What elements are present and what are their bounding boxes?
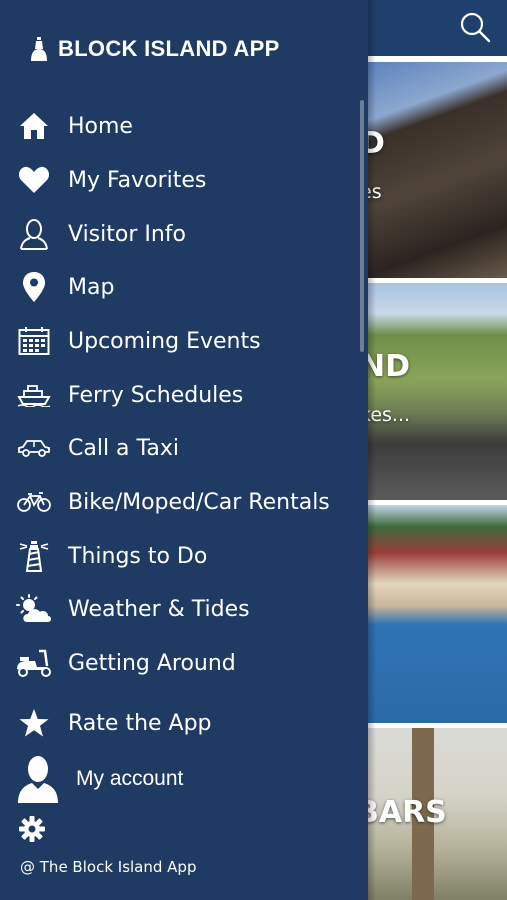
menu-item-label: Call a Taxi xyxy=(68,435,179,461)
menu-item-rate-app[interactable]: Rate the App xyxy=(14,701,354,745)
menu-item-upcoming-events[interactable]: Upcoming Events xyxy=(14,319,354,363)
sun-cloud-icon xyxy=(14,591,54,627)
feature-card-1[interactable] xyxy=(368,62,507,278)
menu-item-weather-tides[interactable]: Weather & Tides xyxy=(14,587,354,631)
menu-item-map[interactable]: Map xyxy=(14,265,354,309)
lighthouse-logo-icon xyxy=(31,37,47,61)
calendar-icon xyxy=(14,323,54,359)
star-icon xyxy=(14,705,54,741)
menu-item-label: My Favorites xyxy=(68,167,207,193)
person-icon xyxy=(14,754,62,804)
menu-item-label: Upcoming Events xyxy=(68,328,261,354)
person-outline-icon xyxy=(14,216,54,252)
menu-item-home[interactable]: Home xyxy=(14,104,354,148)
scooter-icon xyxy=(14,645,54,681)
menu-item-label: Home xyxy=(68,113,133,139)
menu-item-label: Things to Do xyxy=(68,543,208,569)
menu-item-my-account[interactable]: My account xyxy=(14,752,354,806)
menu-item-label: Map xyxy=(68,274,115,300)
menu-item-label: Visitor Info xyxy=(68,221,187,247)
menu-item-label: Rate the App xyxy=(68,710,212,736)
menu-item-call-taxi[interactable]: Call a Taxi xyxy=(14,426,354,470)
menu-item-label: Bike/Moped/Car Rentals xyxy=(68,489,330,515)
scrollbar[interactable] xyxy=(360,100,364,352)
home-icon xyxy=(14,108,54,144)
menu-item-label: Ferry Schedules xyxy=(68,382,244,408)
feature-card-2[interactable] xyxy=(368,283,507,500)
menu-item-label: Weather & Tides xyxy=(68,596,250,622)
footer-copyright: @ The Block Island App xyxy=(20,858,197,876)
menu-item-ferry-schedules[interactable]: Ferry Schedules xyxy=(14,373,354,417)
menu-item-rentals[interactable]: Bike/Moped/Car Rentals xyxy=(14,480,354,524)
search-icon[interactable] xyxy=(458,10,492,44)
menu-item-label: My account xyxy=(76,767,184,790)
menu-item-favorites[interactable]: My Favorites xyxy=(14,158,354,202)
navigation-drawer: BLOCK ISLAND APP Home My Favorites Visit… xyxy=(0,0,376,900)
bicycle-icon xyxy=(14,484,54,520)
menu-item-label: Getting Around xyxy=(68,650,236,676)
menu-item-things-to-do[interactable]: Things to Do xyxy=(14,534,354,578)
app-logo: BLOCK ISLAND APP xyxy=(28,33,280,65)
gear-icon[interactable] xyxy=(18,815,46,843)
feature-card-3[interactable] xyxy=(368,505,507,723)
menu-item-getting-around[interactable]: Getting Around xyxy=(14,641,354,685)
app-title: BLOCK ISLAND APP xyxy=(58,36,280,61)
car-icon xyxy=(14,430,54,466)
ferry-icon xyxy=(14,377,54,413)
lighthouse-icon xyxy=(14,538,54,574)
heart-icon xyxy=(14,162,54,198)
menu-item-visitor-info[interactable]: Visitor Info xyxy=(14,212,354,256)
map-pin-icon xyxy=(14,269,54,305)
